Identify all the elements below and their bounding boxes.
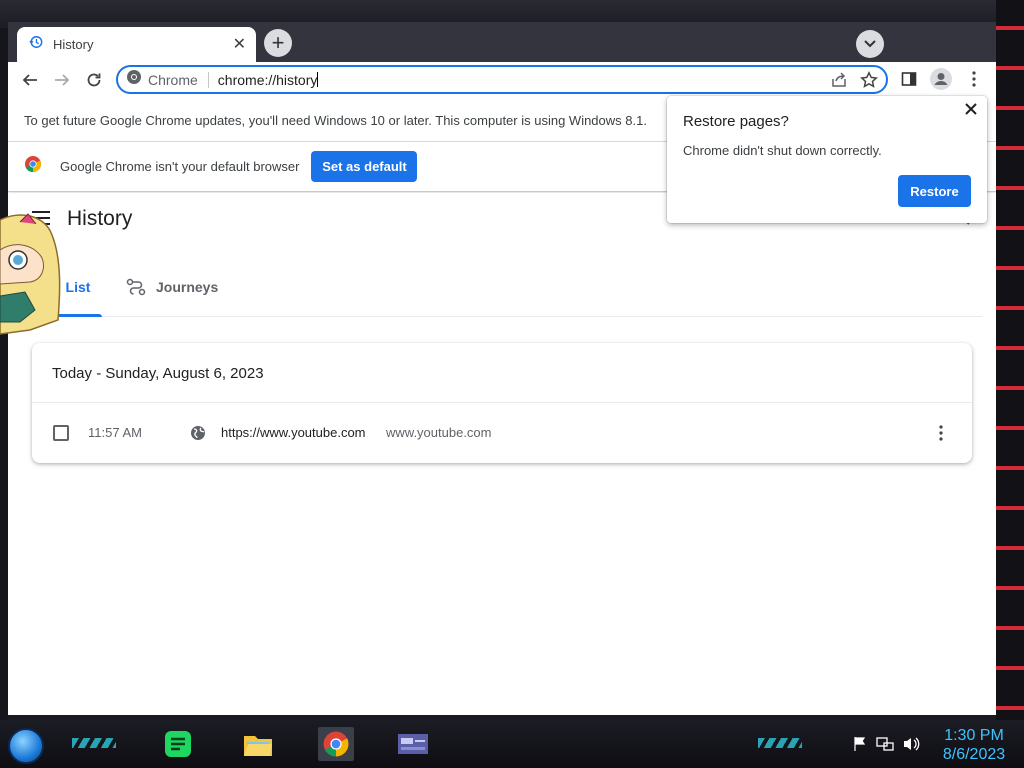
default-browser-message: Google Chrome isn't your default browser xyxy=(60,159,300,174)
chrome-icon xyxy=(323,731,349,757)
history-tabs: List Journeys xyxy=(54,257,982,317)
volume-icon[interactable] xyxy=(902,736,920,752)
globe-icon xyxy=(191,426,205,440)
reload-button[interactable] xyxy=(81,67,107,93)
tab-history[interactable]: History ✕ xyxy=(17,27,256,62)
desktop-background-right xyxy=(996,0,1024,730)
tab-list-label: List xyxy=(65,279,91,295)
tab-search-button[interactable] xyxy=(856,30,884,58)
clock-date: 8/6/2023 xyxy=(942,746,1006,763)
url-text[interactable]: chrome://history xyxy=(218,71,319,88)
update-message: To get future Google Chrome updates, you… xyxy=(24,113,647,128)
close-icon[interactable] xyxy=(963,101,979,117)
entry-more-actions-icon[interactable] xyxy=(938,425,944,441)
popup-message: Chrome didn't shut down correctly. xyxy=(683,143,882,158)
kebab-menu-icon xyxy=(972,71,976,87)
text-caret xyxy=(317,71,319,87)
taskbar: 1:30 PM 8/6/2023 xyxy=(0,720,1024,768)
profile-button[interactable] xyxy=(929,67,953,91)
toolbar: Chrome chrome://history xyxy=(8,62,996,97)
entry-title-link[interactable]: https://www.youtube.com xyxy=(221,425,366,440)
forward-button[interactable] xyxy=(49,67,75,93)
bookmark-star-icon[interactable] xyxy=(860,71,878,94)
tab-close-icon[interactable]: ✕ xyxy=(233,36,246,53)
popup-title: Restore pages? xyxy=(683,113,789,130)
site-chip: Chrome xyxy=(148,71,209,88)
window-manager-button[interactable] xyxy=(395,727,431,761)
notes-app-icon xyxy=(165,731,191,757)
file-explorer-icon xyxy=(244,736,272,756)
browser-window: History ✕ + Chrome chrome://history To g… xyxy=(8,22,996,715)
menu-button[interactable] xyxy=(962,67,986,91)
entry-domain: www.youtube.com xyxy=(386,425,492,440)
back-button[interactable] xyxy=(17,67,43,93)
tab-title: History xyxy=(53,37,94,52)
chrome-color-logo-icon xyxy=(24,155,42,178)
entry-time: 11:57 AM xyxy=(88,425,142,440)
page-title: History xyxy=(67,207,133,230)
avatar-icon xyxy=(930,68,952,90)
address-bar[interactable]: Chrome chrome://history xyxy=(116,65,888,94)
date-heading: Today - Sunday, August 6, 2023 xyxy=(52,365,264,382)
restore-pages-bubble: Restore pages? Chrome didn't shut down c… xyxy=(667,96,987,223)
side-panel-button[interactable] xyxy=(897,67,921,91)
history-page: History List Journeys Today - Sunday, Au… xyxy=(8,193,996,715)
chevron-down-icon xyxy=(864,40,876,48)
share-icon[interactable] xyxy=(830,71,848,94)
cartoon-character-sticker xyxy=(0,213,61,335)
desktop-background-left xyxy=(0,28,8,728)
forward-arrow-icon xyxy=(55,74,70,86)
set-as-default-button[interactable]: Set as default xyxy=(311,151,418,182)
action-center-flag-icon[interactable] xyxy=(852,736,868,752)
file-explorer-button[interactable] xyxy=(240,727,276,761)
history-entry[interactable]: 11:57 AM https://www.youtube.com www.you… xyxy=(32,403,972,463)
system-tray xyxy=(852,736,920,752)
back-arrow-icon xyxy=(22,74,37,86)
chrome-taskbar-button[interactable] xyxy=(318,727,354,761)
omnibox-actions xyxy=(830,71,878,94)
reload-icon xyxy=(87,73,101,87)
start-button[interactable] xyxy=(8,728,44,764)
notes-app-button[interactable] xyxy=(160,727,196,761)
side-panel-icon xyxy=(901,72,917,86)
journeys-icon xyxy=(126,278,146,296)
window-manager-icon xyxy=(398,734,428,754)
taskbar-decoration-right xyxy=(758,738,802,748)
taskbar-clock[interactable]: 1:30 PM 8/6/2023 xyxy=(930,726,1018,764)
history-day-card: Today - Sunday, August 6, 2023 11:57 AM … xyxy=(32,343,972,463)
chrome-logo-icon xyxy=(126,69,142,90)
tab-journeys[interactable]: Journeys xyxy=(126,257,218,317)
restore-button[interactable]: Restore xyxy=(898,175,971,207)
tab-strip: History ✕ + xyxy=(8,22,996,62)
network-icon[interactable] xyxy=(876,736,894,752)
history-icon xyxy=(29,35,43,54)
tab-journeys-label: Journeys xyxy=(156,279,219,295)
entry-checkbox[interactable] xyxy=(53,425,69,441)
taskbar-decoration xyxy=(72,738,116,748)
clock-time: 1:30 PM xyxy=(944,727,1004,744)
new-tab-button[interactable]: + xyxy=(264,29,292,57)
